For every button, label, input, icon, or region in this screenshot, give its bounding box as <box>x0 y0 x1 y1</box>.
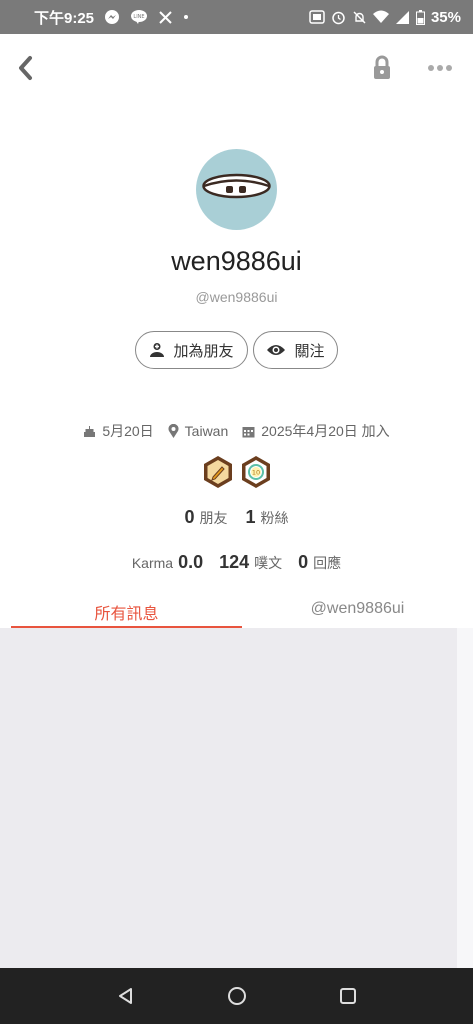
level-badge-icon[interactable]: 10 <box>240 455 272 489</box>
svg-text:LINE: LINE <box>133 14 144 20</box>
feed-scrollbar[interactable] <box>457 628 473 968</box>
dot-icon <box>183 14 189 20</box>
nav-recents-button[interactable] <box>328 976 368 1016</box>
posts-count: 124 <box>219 552 250 572</box>
pencil-badge-icon[interactable] <box>202 455 234 489</box>
location-text: Taiwan <box>184 423 229 439</box>
chevron-left-icon <box>19 56 32 80</box>
joined-text: 2025年4月20日 加入 <box>261 423 390 439</box>
nav-back-button[interactable] <box>106 976 146 1016</box>
sleepy-eye-icon <box>202 173 271 199</box>
friend-stats: 0 朋友 1 粉絲 <box>0 507 473 528</box>
status-time: 下午9:25 <box>34 9 95 27</box>
karma-label: Karma <box>131 555 174 571</box>
follow-label: 關注 <box>294 342 325 360</box>
add-friend-label: 加為朋友 <box>173 342 234 360</box>
joined-item: 2025年4月20日 加入 <box>242 421 390 441</box>
karma-stat: Karma 0.0 <box>132 552 203 573</box>
battery-percent: 35% <box>430 8 461 26</box>
user-handle: @wen9886ui <box>195 289 278 305</box>
level-badge-text: 10 <box>251 469 259 477</box>
app-bar <box>0 34 473 104</box>
circle-home-icon <box>227 987 246 1005</box>
friends-count: 0 <box>184 507 195 527</box>
calendar-icon <box>242 426 255 437</box>
profile-actions: 加為朋友 關注 <box>135 331 338 369</box>
feed-area[interactable] <box>0 628 457 968</box>
friends-stat[interactable]: 0 朋友 <box>184 507 227 528</box>
system-nav-bar <box>0 968 473 1024</box>
nfc-icon <box>309 10 325 24</box>
profile-meta: 5月20日 Taiwan 2025年4月20日 加入 <box>0 421 473 441</box>
map-pin-icon <box>168 424 179 438</box>
add-friend-button[interactable]: 加為朋友 <box>135 331 248 369</box>
status-bar: 下午9:25 LINE 35% <box>0 0 473 34</box>
back-button[interactable] <box>8 50 44 86</box>
more-options-button[interactable] <box>420 50 460 86</box>
line-icon: LINE <box>130 9 148 25</box>
lock-button[interactable] <box>364 50 400 86</box>
location-item: Taiwan <box>168 423 229 439</box>
nav-home-button[interactable] <box>217 976 257 1016</box>
posts-stat: 124 噗文 <box>219 552 282 573</box>
messenger-icon <box>104 9 120 25</box>
posts-label: 噗文 <box>254 555 283 571</box>
more-dots-icon <box>428 65 452 71</box>
karma-value: 0.0 <box>178 552 204 572</box>
battery-icon <box>415 9 425 25</box>
triangle-back-icon <box>118 988 132 1004</box>
tab-all-messages[interactable]: 所有訊息 <box>11 596 242 628</box>
follow-button[interactable]: 關注 <box>253 331 338 369</box>
eye-icon <box>267 345 286 355</box>
profile-tabs: 所有訊息 @wen9886ui <box>11 596 473 628</box>
signal-icon <box>395 10 410 25</box>
birthday-text: 5月20日 <box>102 423 154 439</box>
badges: 10 <box>0 455 473 489</box>
fans-label: 粉絲 <box>260 510 289 526</box>
activity-stats: Karma 0.0 124 噗文 0 回應 <box>0 552 473 573</box>
cake-icon <box>84 425 96 437</box>
alarm-icon <box>331 10 346 25</box>
fans-stat[interactable]: 1 粉絲 <box>246 507 289 528</box>
add-user-icon <box>150 343 165 357</box>
wifi-icon <box>372 10 389 24</box>
x-icon <box>158 10 173 25</box>
avatar[interactable] <box>196 149 277 230</box>
birthday-item: 5月20日 <box>83 421 154 441</box>
fans-count: 1 <box>245 507 256 527</box>
friends-label: 朋友 <box>199 510 228 526</box>
lock-icon <box>374 55 390 79</box>
tab-mentions[interactable]: @wen9886ui <box>242 596 473 628</box>
mute-bell-icon <box>352 10 367 25</box>
square-recents-icon <box>339 988 356 1004</box>
replies-count: 0 <box>298 552 309 572</box>
replies-label: 回應 <box>313 555 342 571</box>
display-name: wen9886ui <box>171 246 302 276</box>
replies-stat: 0 回應 <box>298 552 341 573</box>
